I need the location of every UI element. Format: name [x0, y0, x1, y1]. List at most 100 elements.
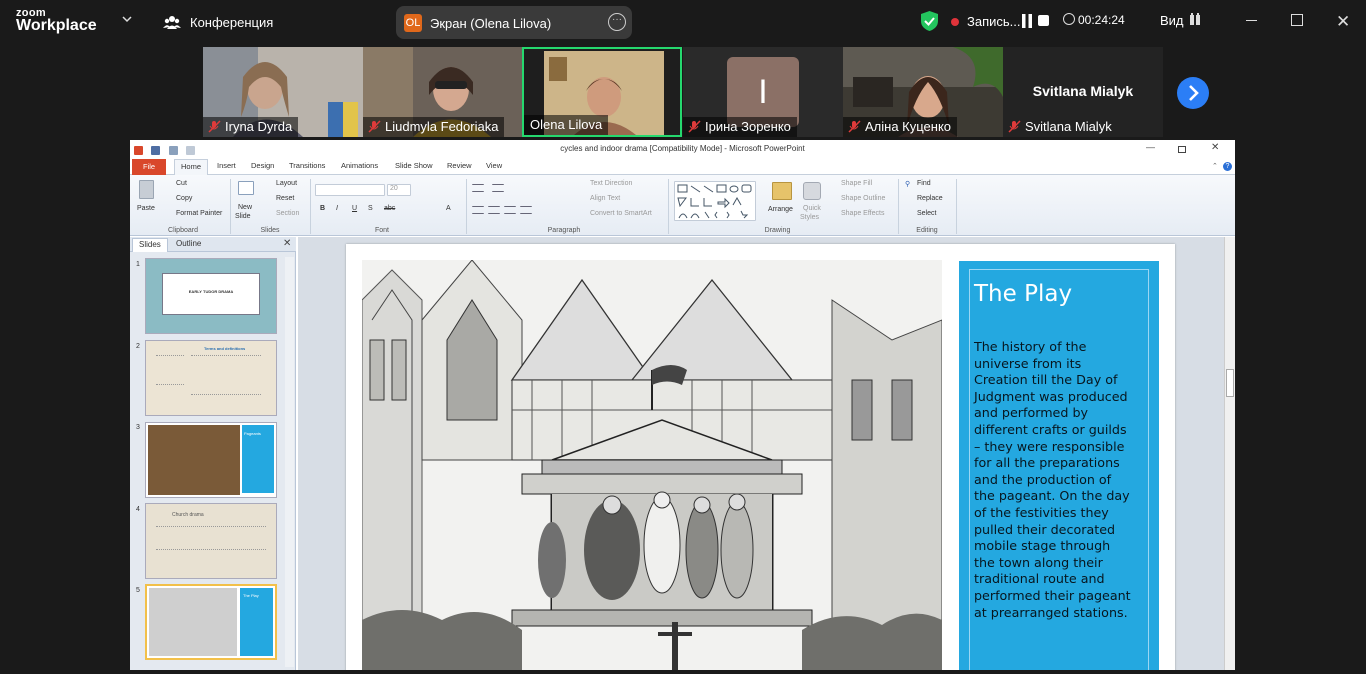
bold-button[interactable]: B	[320, 205, 325, 212]
text-direction-button[interactable]: Text Direction	[590, 180, 632, 187]
slides-pane-scrollbar[interactable]	[285, 257, 294, 667]
slide-body-text[interactable]: The history of the universe from its Cre…	[974, 339, 1134, 621]
quick-styles-button-label2[interactable]: Styles	[800, 214, 819, 221]
paste-button[interactable]: Paste	[137, 205, 155, 212]
format-painter-button[interactable]: Format Painter	[176, 210, 222, 217]
group-label-editing: Editing	[916, 227, 938, 234]
section-button[interactable]: Section	[276, 210, 299, 217]
shield-check-icon[interactable]	[921, 11, 938, 31]
slide-number: 4	[136, 506, 140, 513]
underline-button[interactable]: U	[352, 205, 357, 212]
tab-view[interactable]: View	[486, 161, 502, 170]
strikethrough-button[interactable]: abc	[384, 205, 395, 212]
close-pane-icon[interactable]: ✕	[283, 238, 291, 249]
ppt-title-bar: cycles and indoor drama [Compatibility M…	[130, 140, 1235, 159]
slide-vertical-scrollbar[interactable]	[1224, 237, 1235, 670]
mic-muted-icon	[1008, 120, 1021, 133]
new-slide-button[interactable]: New	[238, 204, 252, 211]
ppt-restore-button[interactable]	[1178, 146, 1186, 153]
paste-icon[interactable]	[139, 180, 154, 199]
font-name-dropdown[interactable]	[315, 184, 385, 196]
slide-thumbnail-2[interactable]: Terms and definitions	[145, 340, 277, 416]
thumb3-painting	[148, 425, 240, 495]
thumb1-title: EARLY TUDOR DRAMA	[188, 289, 234, 294]
quick-styles-icon[interactable]	[803, 182, 821, 200]
slide-title[interactable]: The Play	[974, 281, 1072, 307]
find-button[interactable]: Find	[917, 180, 931, 187]
shape-effects-button[interactable]: Shape Effects	[841, 210, 884, 217]
slide-thumbnail-5-selected[interactable]: The Play	[145, 584, 277, 660]
window-maximize-button[interactable]	[1291, 14, 1303, 26]
arrange-button[interactable]: Arrange	[768, 206, 793, 213]
align-center-icon[interactable]	[488, 206, 500, 214]
ppt-window-title: cycles and indoor drama [Compatibility M…	[560, 144, 805, 153]
shape-outline-button[interactable]: Shape Outline	[841, 195, 885, 202]
view-button[interactable]: Вид	[1160, 13, 1184, 28]
convert-to-smartart-button[interactable]: Convert to SmartArt	[590, 210, 652, 217]
ppt-minimize-button[interactable]: —	[1146, 142, 1155, 152]
select-button[interactable]: Select	[917, 210, 936, 217]
layout-button[interactable]: Layout	[276, 180, 297, 187]
font-color-button[interactable]: A	[446, 205, 451, 212]
bullets-icon[interactable]	[472, 184, 484, 192]
ribbon-collapse-icon[interactable]: ⌃	[1212, 162, 1218, 170]
align-text-button[interactable]: Align Text	[590, 195, 620, 202]
current-slide[interactable]: The Play The history of the universe fro…	[346, 244, 1175, 670]
participant-tile[interactable]: Liudmyla Fedoriaka	[363, 47, 523, 137]
justify-icon[interactable]	[520, 206, 532, 214]
pause-icon[interactable]	[1021, 14, 1033, 28]
numbering-icon[interactable]	[492, 184, 504, 192]
shadow-button[interactable]: S	[368, 205, 373, 212]
slide-thumbnail-1[interactable]: EARLY TUDOR DRAMA	[145, 258, 277, 334]
tab-insert[interactable]: Insert	[217, 161, 236, 170]
new-slide-icon[interactable]	[238, 181, 254, 195]
copy-button[interactable]: Copy	[176, 195, 192, 202]
thumb4-text	[156, 526, 266, 550]
gallery-view-icon[interactable]	[1190, 13, 1201, 25]
participant-tile[interactable]: Аліна Куценко	[843, 47, 1003, 137]
sharer-avatar: OL	[404, 14, 422, 32]
tab-slides[interactable]: Slides	[132, 238, 168, 252]
shape-fill-button[interactable]: Shape Fill	[841, 180, 872, 187]
tab-design[interactable]: Design	[251, 161, 274, 170]
reset-button[interactable]: Reset	[276, 195, 294, 202]
ppt-close-button[interactable]: ✕	[1211, 142, 1219, 153]
arrange-icon[interactable]	[772, 182, 792, 200]
tab-transitions[interactable]: Transitions	[289, 161, 325, 170]
participant-tile[interactable]: Iryna Dyrda	[203, 47, 363, 137]
tab-home[interactable]: Home	[174, 159, 208, 176]
cut-button[interactable]: Cut	[176, 180, 187, 187]
tab-file[interactable]: File	[132, 159, 166, 175]
participants-icon[interactable]	[163, 13, 181, 31]
tab-slide-show[interactable]: Slide Show	[395, 161, 433, 170]
help-icon[interactable]: ?	[1223, 162, 1232, 171]
tab-outline[interactable]: Outline	[170, 238, 207, 252]
slide-thumbnail-4[interactable]: Church drama	[145, 503, 277, 579]
participant-tile[interactable]: Svitlana Mialyk Svitlana Mialyk	[1003, 47, 1163, 137]
scrollbar-thumb[interactable]	[1226, 369, 1234, 397]
stop-icon[interactable]	[1038, 15, 1049, 26]
zoom-logo-workplace: Workplace	[16, 17, 97, 34]
participant-tile[interactable]: I Ірина Зоренко	[683, 47, 843, 137]
tab-animations[interactable]: Animations	[341, 161, 378, 170]
window-minimize-button[interactable]	[1246, 20, 1257, 21]
chevron-down-icon[interactable]	[122, 14, 132, 24]
align-right-icon[interactable]	[504, 206, 516, 214]
new-slide-button-label2[interactable]: Slide	[235, 213, 251, 220]
window-close-button[interactable]: ✕	[1336, 12, 1350, 32]
more-options-icon[interactable]: ···	[608, 13, 626, 31]
slide-thumbnail-3[interactable]: Pageants	[145, 422, 277, 498]
conference-label[interactable]: Конференция	[190, 15, 273, 30]
ribbon-separator	[956, 179, 957, 234]
thumb5-blue-box: The Play	[240, 588, 273, 656]
engraving-image	[362, 260, 942, 670]
next-page-button[interactable]	[1177, 77, 1209, 109]
italic-button[interactable]: I	[336, 205, 338, 212]
zoom-top-bar: zoom Workplace Конференция OL Экран (Ole…	[0, 0, 1366, 44]
shapes-gallery[interactable]	[674, 181, 756, 221]
replace-button[interactable]: Replace	[917, 195, 943, 202]
align-left-icon[interactable]	[472, 206, 484, 214]
quick-styles-button[interactable]: Quick	[803, 205, 821, 212]
tab-review[interactable]: Review	[447, 161, 472, 170]
participant-tile-active-speaker[interactable]: Olena Lilova	[522, 47, 682, 137]
